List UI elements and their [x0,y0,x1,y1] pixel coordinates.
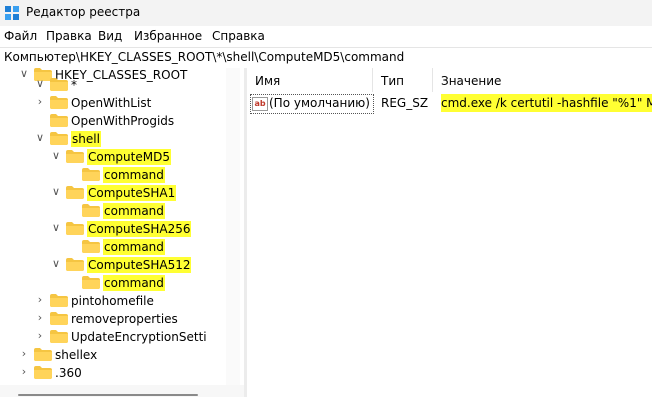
folder-icon [50,294,68,307]
folder-icon [50,114,68,127]
menu-view[interactable]: Вид [98,29,122,43]
registry-tree[interactable]: ∨ HKEY_CLASSES_ROOT ∨ * › OpenWithList OpenWit… [0,68,244,397]
folder-icon [34,348,52,361]
tree-item[interactable]: ∨ ComputeSHA256 [50,220,224,238]
chevron-down-icon[interactable]: ∨ [34,77,46,91]
chevron-down-icon[interactable]: ∨ [50,149,62,163]
tree-item[interactable]: › .360 [18,364,224,382]
tree-vertical-scrollbar[interactable] [226,68,240,385]
tree-item[interactable]: command [66,202,224,220]
tree-item[interactable]: OpenWithProgids [34,112,224,130]
chevron-down-icon[interactable]: ∨ [50,257,62,271]
tree-item[interactable]: › removeproperties [34,310,224,328]
tree-item[interactable]: ∨ ComputeSHA512 [50,256,224,274]
tree-item[interactable]: ∨ ComputeMD5 [50,148,224,166]
value-name[interactable]: (По умолчанию) [269,96,370,110]
tree-item-label[interactable]: command [103,167,165,183]
folder-icon [66,258,84,271]
tree-item-label[interactable]: ComputeMD5 [87,149,171,165]
tree-item[interactable]: › OpenWithList [34,94,224,112]
value-type[interactable]: REG_SZ [381,96,428,110]
folder-icon [34,366,52,379]
chevron-right-icon[interactable]: › [18,365,30,379]
tree-item-label[interactable]: ComputeSHA512 [87,257,192,273]
tree-item[interactable]: command [66,238,224,256]
folder-icon [66,150,84,163]
window-title: Редактор реестра [26,5,141,19]
folder-icon [82,240,100,253]
column-divider[interactable] [432,68,433,92]
tree-item[interactable]: command [66,274,224,292]
tree-item-label[interactable]: * [71,77,77,93]
tree-item[interactable]: command [66,166,224,184]
registry-editor-icon [5,6,19,20]
folder-icon [82,276,100,289]
tree-item-label[interactable]: OpenWithList [71,95,151,111]
chevron-right-icon[interactable]: › [34,311,46,325]
tree-item[interactable]: ∨ ComputeSHA1 [50,184,224,202]
menu-bar: Файл Правка Вид Избранное Справка [0,26,652,46]
column-name-header[interactable]: Имя [255,74,280,88]
string-value-icon: ab [252,97,268,111]
chevron-down-icon[interactable]: ∨ [50,221,62,235]
chevron-down-icon[interactable]: ∨ [18,68,30,81]
tree-item-label[interactable]: .360 [55,365,82,381]
tree-item[interactable]: ∨ shell [34,130,224,148]
value-data[interactable]: cmd.exe /k certutil -hashfile "%1" MD5 [441,94,652,112]
folder-icon [66,222,84,235]
folder-icon [50,132,68,145]
tree-item[interactable]: ∨ * [34,76,224,94]
tree-item[interactable]: › shellex [18,346,224,364]
chevron-down-icon[interactable]: ∨ [34,131,46,145]
address-bar[interactable]: Компьютер\HKEY_CLASSES_ROOT\*\shell\Comp… [0,47,652,69]
chevron-right-icon[interactable]: › [34,293,46,307]
tree-item[interactable]: › UpdateEncryptionSetti [34,328,224,346]
tree-item-label[interactable]: shell [71,131,101,147]
chevron-right-icon[interactable]: › [34,95,46,109]
tree-item-label[interactable]: shellex [55,347,97,363]
folder-icon [50,312,68,325]
tree-item-label[interactable]: removeproperties [71,311,178,327]
tree-item-label[interactable]: command [103,239,165,255]
menu-favorites[interactable]: Избранное [134,29,202,43]
folder-icon [50,330,68,343]
title-bar: Редактор реестра [0,0,652,26]
folder-icon [82,168,100,181]
column-type-header[interactable]: Тип [381,74,404,88]
column-value-header[interactable]: Значение [441,74,501,88]
folder-icon [82,204,100,217]
chevron-down-icon[interactable]: ∨ [50,185,62,199]
folder-icon [66,186,84,199]
tree-item[interactable]: › pintohomefile [34,292,224,310]
tree-item-label[interactable]: UpdateEncryptionSetti [71,329,207,345]
chevron-right-icon[interactable]: › [34,329,46,343]
menu-help[interactable]: Справка [212,29,265,43]
folder-icon [50,78,68,91]
chevron-right-icon[interactable]: › [18,347,30,361]
tree-item-label[interactable]: OpenWithProgids [71,113,174,129]
values-list[interactable]: Имя Тип Значение ab (По умолчанию) REG_S… [247,68,652,397]
tree-item-label[interactable]: pintohomefile [71,293,154,309]
tree-item-label[interactable]: ComputeSHA256 [87,221,192,237]
column-divider[interactable] [372,68,373,92]
menu-file[interactable]: Файл [4,29,37,43]
menu-edit[interactable]: Правка [46,29,92,43]
tree-item-label[interactable]: command [103,203,165,219]
folder-icon [50,96,68,109]
tree-horizontal-scrollbar[interactable] [0,385,244,397]
tree-scroll-thumb[interactable] [18,394,198,396]
address-path[interactable]: Компьютер\HKEY_CLASSES_ROOT\*\shell\Comp… [4,50,404,64]
tree-item-label[interactable]: command [103,275,165,291]
tree-item-label[interactable]: ComputeSHA1 [87,185,177,201]
